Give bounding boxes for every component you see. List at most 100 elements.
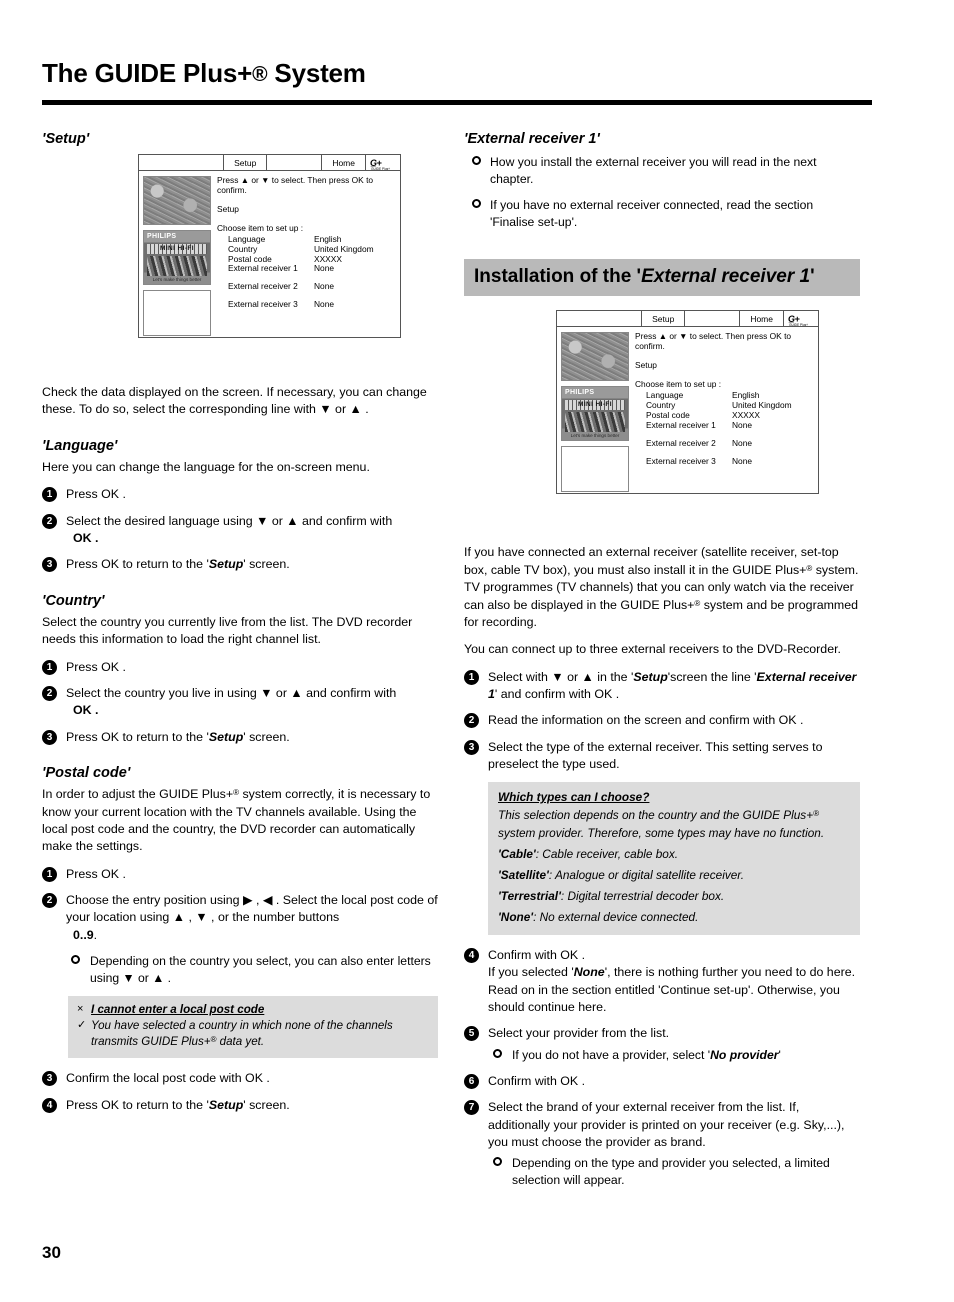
step-number: 2 [464, 713, 479, 729]
guide-plus-logo-main: G̲+ [370, 157, 382, 168]
step-text-end: . [93, 927, 98, 942]
bullet-ref-no-provider: No provider [710, 1047, 779, 1062]
type-desc: : Digital terrestrial decoder box. [560, 888, 725, 903]
setup-intro-text: Check the data displayed on the screen. … [42, 385, 427, 417]
tv-row-label: External receiver 2 [228, 281, 298, 292]
right-column: 'External receiver 1' How you install th… [464, 130, 860, 1199]
section-heading-external-receiver-1: 'External receiver 1' [464, 131, 600, 147]
circle-bullet-icon [493, 1157, 502, 1167]
tv-row-external-receiver-3[interactable]: External receiver 3 None [646, 455, 812, 467]
language-intro-text: Here you can change the language for the… [42, 459, 370, 474]
guide-plus-logo-icon: G̲+ GUIDE Plus+ [370, 155, 400, 172]
tv-row-external-receiver-2[interactable]: External receiver 2 None [228, 281, 394, 292]
extrec-step-5: 5 Select your provider from the list. [464, 1025, 860, 1042]
step-ref: Setup [208, 729, 244, 744]
language-step-1: 1 Press OK . [42, 486, 438, 503]
note-item-none: 'None': No external device connected. [498, 909, 850, 926]
tv-row-external-receiver-1[interactable]: External receiver 1 None [646, 420, 812, 431]
tv-choose-label: Choose item to set up : [217, 222, 304, 233]
tv-tab-setup[interactable]: Setup [223, 155, 268, 171]
tv-video-thumbnail [143, 176, 211, 226]
advert-product: MINI HI-FI [147, 244, 207, 255]
page-title-pre: The [42, 58, 95, 88]
tv-sidebar: PHILIPS MINI HI-FI Let's make things bet… [139, 174, 213, 337]
note-title-row: × I cannot enter a local post code [77, 1002, 429, 1018]
step-text-end: ' screen. [243, 729, 290, 744]
tv-screen-setup-1: Setup Home G̲+ GUIDE Plus+ PHILIPS MINI … [138, 154, 401, 339]
step-text: Read the information on the screen and c… [488, 713, 804, 728]
step-key: 0..9 [73, 927, 94, 942]
registered-mark-icon: ® [813, 809, 820, 819]
note-body: You have selected a country in which non… [91, 1019, 393, 1048]
step-number: 5 [464, 1026, 479, 1042]
tv-row-label: External receiver 3 [228, 299, 298, 310]
type-desc: : Cable receiver, cable box. [535, 846, 679, 861]
postal-step-1: 1 Press OK . [42, 866, 438, 883]
tv-tab-home[interactable]: Home [739, 311, 784, 327]
step-text: Choose the entry position using ▶ , ◀ . … [66, 892, 438, 925]
step-text: Confirm the local post code with OK . [66, 1071, 270, 1086]
tv-content: Press ▲ or ▼ to select. Then press OK to… [213, 174, 400, 337]
advert-slogan: Let's make things better [144, 276, 210, 285]
note-cannot-enter-postcode: × I cannot enter a local post code ✓ You… [68, 996, 438, 1059]
bullet-text: If you do not have a provider, select 'N… [512, 1048, 781, 1062]
step-text: Select the desired language using ▼ or ▲… [66, 513, 393, 528]
tv-row-external-receiver-2[interactable]: External receiver 2 None [646, 437, 812, 449]
tv-row-external-receiver-3[interactable]: External receiver 3 None [228, 299, 394, 310]
bullet-text: If you have no external receiver connect… [490, 198, 814, 230]
tv-row-value: None [314, 299, 335, 310]
step-text: Press OK to return to the ' [66, 557, 209, 572]
step-number: 3 [464, 739, 479, 755]
step-key: OK . [73, 703, 99, 718]
step-number: 7 [464, 1100, 479, 1116]
tv-screen-title: Setup [635, 360, 657, 371]
step-text: Press OK to return to the ' [66, 1097, 209, 1112]
advert-slogan: Let's make things better [562, 432, 628, 441]
step-text: Confirm with OK . [488, 1073, 586, 1088]
type-name: 'Terrestrial' [498, 888, 561, 903]
step-text: Confirm with OK . [488, 948, 586, 963]
step-number: 2 [42, 685, 57, 701]
step-text-end: ' and confirm with OK . [494, 686, 620, 701]
circle-bullet-icon [472, 156, 481, 166]
section-heading-postal-code: 'Postal code' [42, 765, 131, 782]
guide-plus-logo-icon: G̲+ GUIDE Plus+ [788, 311, 818, 328]
postal-bullet-letters: Depending on the country you select, you… [42, 953, 438, 987]
tv-menubar: Setup Home G̲+ GUIDE Plus+ [557, 311, 818, 328]
tv-row-value: None [314, 281, 335, 292]
tv-advert-banner[interactable]: PHILIPS MINI HI-FI Let's make things bet… [143, 230, 211, 286]
bullet-a: If you do not have a provider, select ' [512, 1047, 711, 1062]
tv-tab-setup[interactable]: Setup [641, 311, 686, 327]
type-name: 'None' [498, 909, 534, 924]
postal-step-4: 4 Press OK to return to the 'Setup' scre… [42, 1097, 438, 1114]
tv-hint-text: Press ▲ or ▼ to select. Then press OK to… [635, 331, 792, 352]
step-number: 3 [42, 1071, 57, 1087]
banner-installation-external-receiver: Installation of the 'External receiver 1… [464, 259, 860, 297]
left-column: 'Setup' Setup Home G̲+ GUIDE Plus+ PHILI… [42, 130, 438, 1123]
tv-empty-panel [561, 446, 629, 493]
step-number: 2 [42, 892, 57, 908]
note-title: Which types can I choose? [498, 790, 650, 805]
tv-tab-home[interactable]: Home [321, 155, 366, 171]
tv-row-value: None [732, 437, 753, 448]
tv-video-thumbnail [561, 332, 629, 382]
page-number: 30 [42, 1243, 61, 1262]
language-step-2: 2 Select the desired language using ▼ or… [42, 513, 438, 548]
circle-bullet-icon [71, 955, 80, 965]
step-text-b: If you selected ' [488, 965, 574, 980]
step-number: 4 [42, 1097, 57, 1113]
step-ref: Setup [208, 1097, 244, 1112]
extrec-step-2: 2 Read the information on the screen and… [464, 712, 860, 729]
postal-intro-a: In order to adjust the GUIDE Plus+ [42, 787, 234, 802]
tv-advert-banner[interactable]: PHILIPS MINI HI-FI Let's make things bet… [561, 386, 629, 442]
page-title: The GUIDE Plus+® System [42, 58, 872, 89]
extrec-step-3: 3 Select the type of the external receiv… [464, 739, 860, 774]
circle-bullet-icon [472, 199, 481, 209]
note-body-b: system provider. Therefore, some types m… [498, 825, 825, 840]
tv-row-value: None [732, 455, 753, 466]
step-text: Press OK . [66, 487, 126, 502]
tv-row-external-receiver-1[interactable]: External receiver 1 None [228, 264, 394, 274]
extrec-step-6: 6 Confirm with OK . [464, 1073, 860, 1090]
extrec-step-5-bullet: If you do not have a provider, select 'N… [464, 1047, 860, 1064]
step-text-end: ' screen. [243, 1097, 290, 1112]
